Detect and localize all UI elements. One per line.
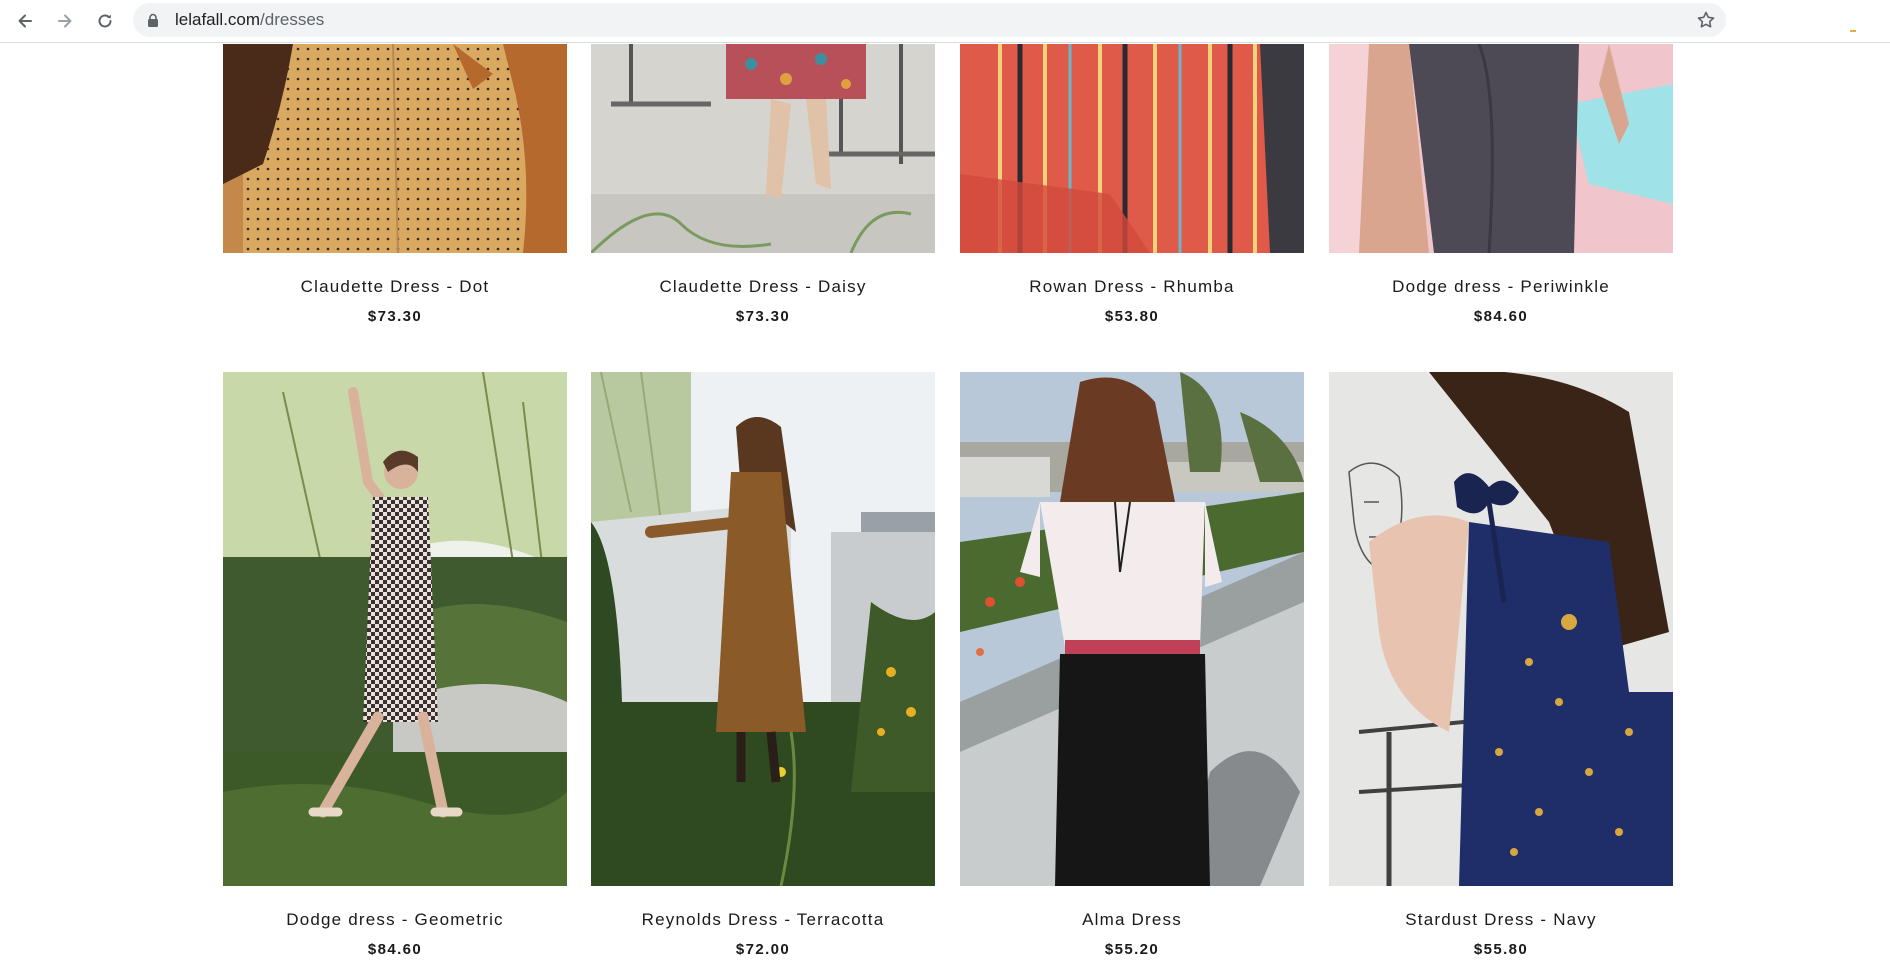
product-image[interactable] xyxy=(591,372,935,886)
product-image[interactable] xyxy=(960,372,1304,886)
product-price: $55.80 xyxy=(1473,941,1529,958)
product-name[interactable]: Claudette Dress - Daisy xyxy=(591,277,935,297)
product-name[interactable]: Dodge dress - Geometric xyxy=(223,910,567,930)
product-name[interactable]: Reynolds Dress - Terracotta xyxy=(591,910,935,930)
product-price: $53.80 xyxy=(1104,308,1160,325)
product-price: $55.20 xyxy=(1104,941,1160,958)
address-bar[interactable]: lelafall.com/dresses xyxy=(133,3,1726,37)
product-name[interactable]: Claudette Dress - Dot xyxy=(223,277,567,297)
product-name[interactable]: Rowan Dress - Rhumba xyxy=(960,277,1304,297)
product-image[interactable] xyxy=(1329,372,1673,886)
product-price: $73.30 xyxy=(735,308,791,325)
forward-arrow-icon xyxy=(58,14,72,28)
url-path: /dresses xyxy=(260,10,325,29)
reload-icon xyxy=(98,14,112,28)
product-image[interactable] xyxy=(223,44,567,253)
product-price: $84.60 xyxy=(1473,308,1529,325)
product-image[interactable] xyxy=(960,44,1304,253)
product-price: $72.00 xyxy=(735,941,791,958)
product-price: $73.30 xyxy=(367,308,423,325)
product-name[interactable]: Stardust Dress - Navy xyxy=(1329,910,1673,930)
back-arrow-icon xyxy=(18,14,32,28)
url-host: lelafall.com xyxy=(175,10,261,29)
product-name[interactable]: Alma Dress xyxy=(960,910,1304,930)
product-image[interactable] xyxy=(1329,44,1673,253)
browser-toolbar: lelafall.com/dresses xyxy=(0,0,1890,43)
url-text[interactable]: lelafall.com/dresses xyxy=(175,3,324,37)
lock-icon xyxy=(148,13,158,27)
bookmark-star-icon[interactable] xyxy=(1696,10,1716,30)
back-button[interactable] xyxy=(12,8,38,34)
reload-button[interactable] xyxy=(92,8,118,34)
product-image[interactable] xyxy=(591,44,935,253)
product-image[interactable] xyxy=(223,372,567,886)
product-price: $84.60 xyxy=(367,941,423,958)
forward-button[interactable] xyxy=(52,8,78,34)
extension-indicator xyxy=(1850,30,1856,32)
product-name[interactable]: Dodge dress - Periwinkle xyxy=(1329,277,1673,297)
